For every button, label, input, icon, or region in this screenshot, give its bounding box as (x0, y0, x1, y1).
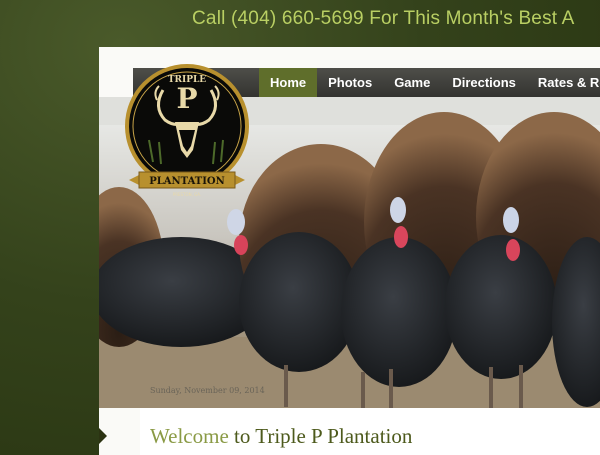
nav-rates[interactable]: Rates & Rese (527, 68, 600, 97)
nav-photos[interactable]: Photos (317, 68, 383, 97)
logo-sub-text: PRESTON, GA. (173, 192, 201, 197)
welcome-word: Welcome (150, 424, 229, 448)
nav-game[interactable]: Game (383, 68, 441, 97)
site-logo[interactable]: TRIPLE P PLANTATION PRESTON, GA. (123, 62, 251, 202)
post-date: Sunday, November 09, 2014 (150, 386, 265, 395)
promo-phone-banner: Call (404) 660-5699 For This Month's Bes… (192, 8, 575, 29)
nav-home[interactable]: Home (259, 68, 318, 97)
welcome-heading: Welcome to Triple P Plantation (150, 424, 412, 449)
logo-letter: P (176, 82, 197, 115)
logo-banner-text: PLANTATION (149, 176, 225, 187)
welcome-site-name: to Triple P Plantation (228, 424, 413, 448)
nav-directions[interactable]: Directions (441, 68, 527, 97)
panel-marker (99, 428, 107, 444)
